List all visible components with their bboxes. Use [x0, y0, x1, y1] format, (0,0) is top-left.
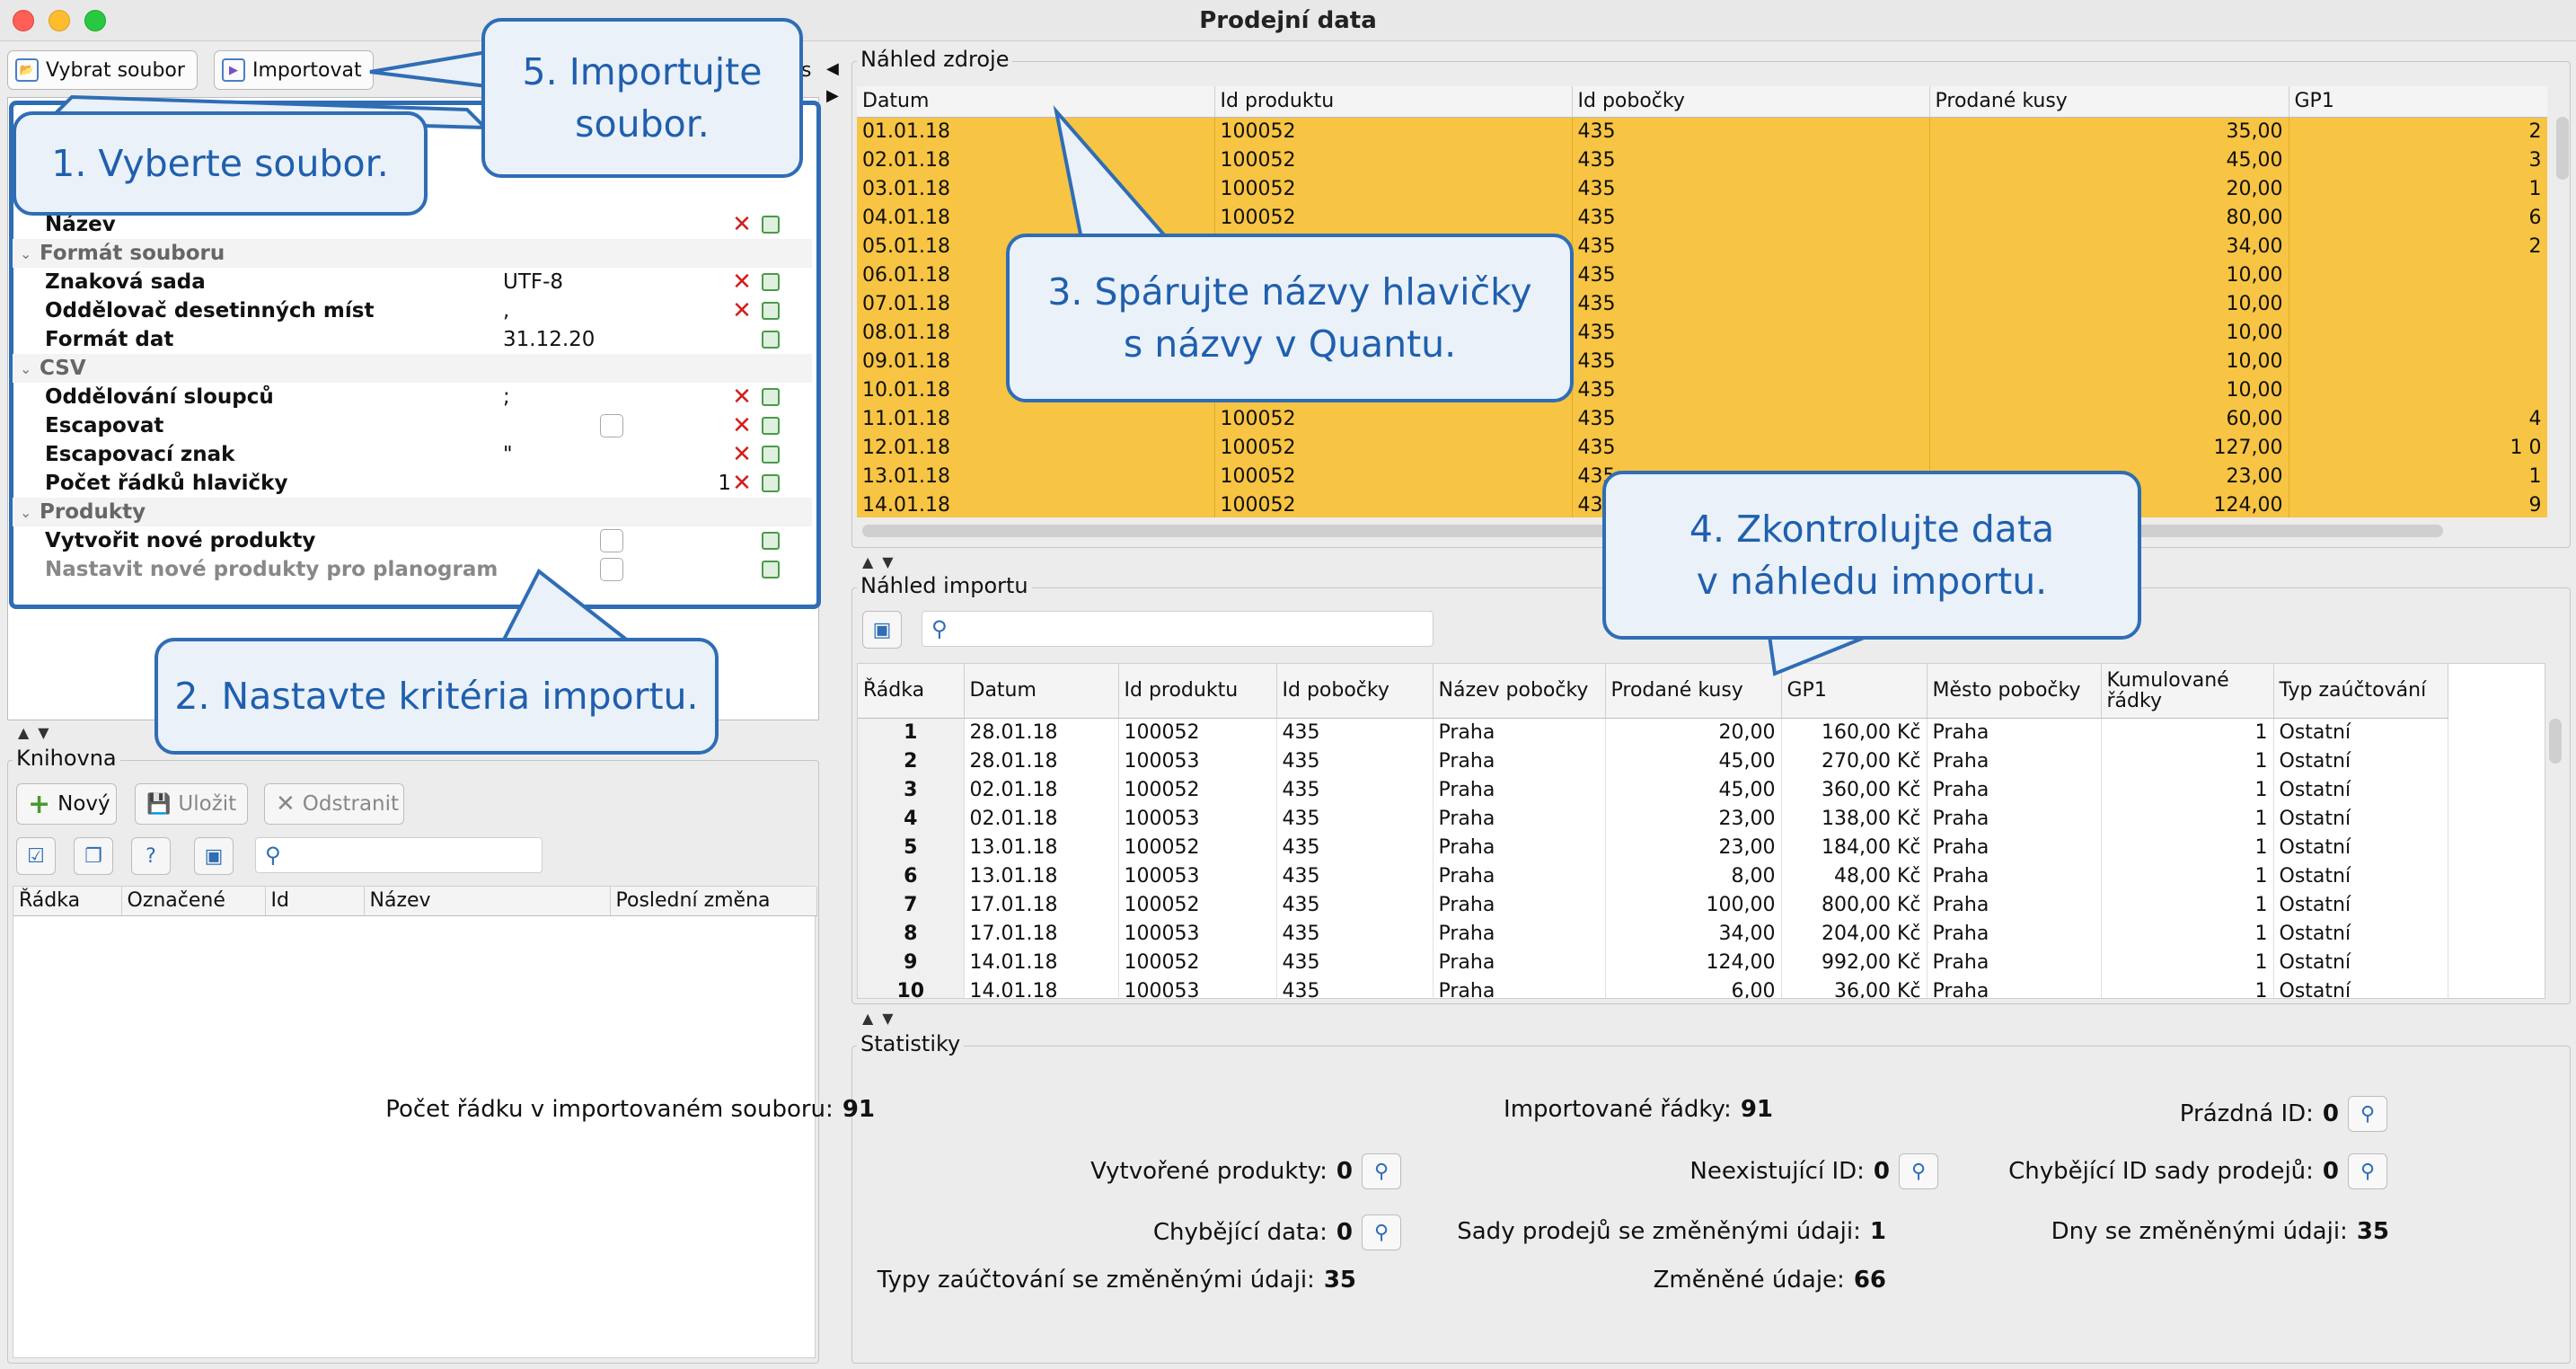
callout-4-text-line2: v náhledu importu. — [1696, 560, 2048, 603]
callout-3-pointer — [1053, 105, 1172, 241]
callout-step-4: 4. Zkontrolujte data v náhledu importu. — [1602, 471, 2141, 640]
callout-5-pointer — [369, 49, 489, 89]
callout-step-3: 3. Spárujte názvy hlavičky s názvy v Qua… — [1006, 234, 1574, 402]
callout-step-1: 1. Vyberte soubor. — [13, 111, 428, 216]
callout-3-text-line1: 3. Spárujte názvy hlavičky — [1047, 269, 1532, 314]
callout-step-2: 2. Nastavte kritéria importu. — [154, 638, 719, 755]
callout-5-text-line2: soubor. — [575, 102, 710, 146]
callout-2-pointer — [499, 568, 634, 643]
callout-5-text-line1: 5. Importujte — [522, 49, 763, 93]
callout-2-text: 2. Nastavte kritéria importu. — [174, 674, 699, 718]
callout-4-text-line1: 4. Zkontrolujte data — [1689, 507, 2055, 551]
callout-4-pointer — [1767, 634, 1869, 676]
callout-1-text: 1. Vyberte soubor. — [51, 141, 389, 185]
callout-step-5: 5. Importujte soubor. — [481, 18, 803, 178]
callout-3-text-line2: s názvy v Quantu. — [1123, 322, 1457, 366]
